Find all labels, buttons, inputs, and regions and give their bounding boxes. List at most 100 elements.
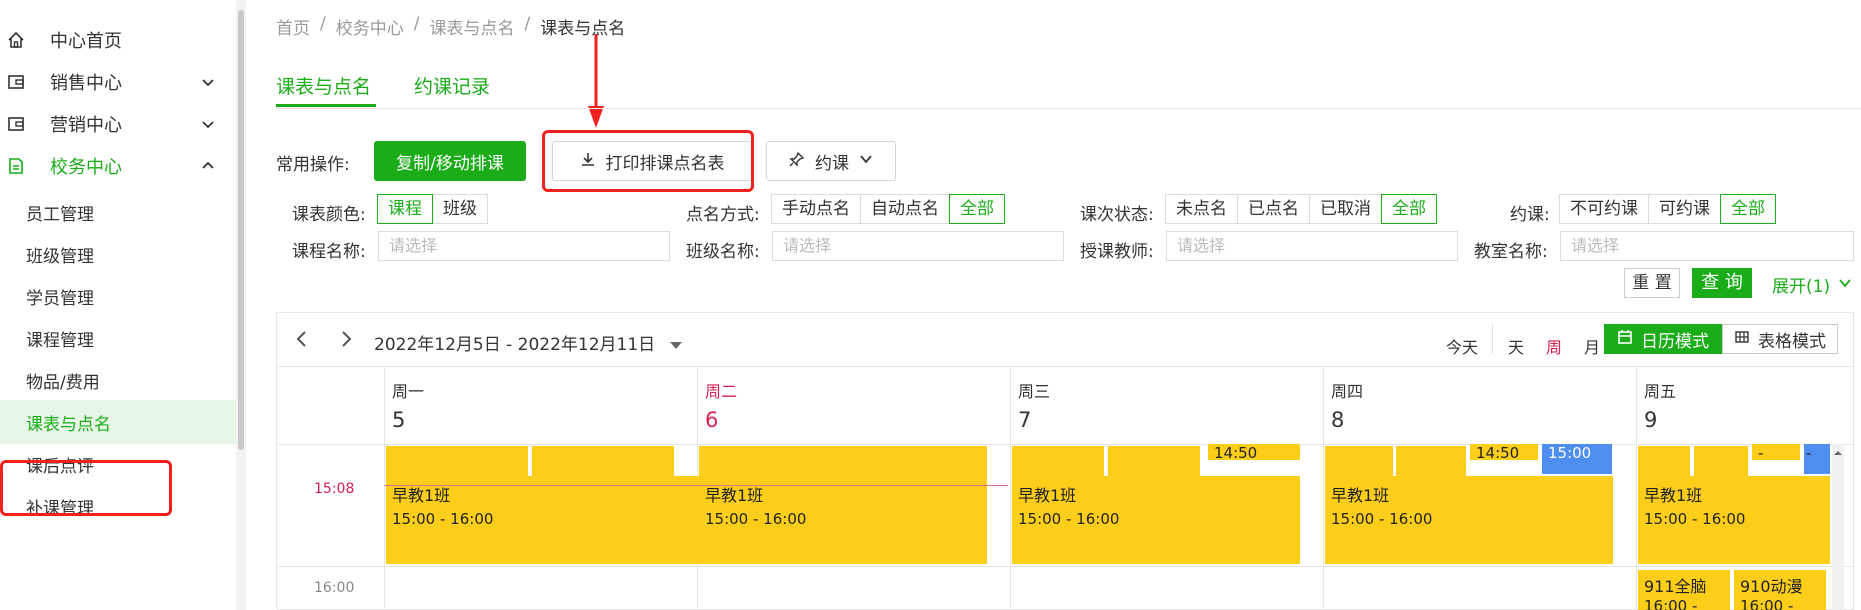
event-partial[interactable]: 15:00 bbox=[1542, 444, 1612, 474]
event-partial[interactable] bbox=[386, 446, 528, 476]
day-date: 6 bbox=[705, 408, 719, 432]
filter-color-options: 课程 班级 bbox=[377, 194, 488, 224]
event-partial[interactable]: - bbox=[1752, 444, 1800, 460]
filter-status-marked[interactable]: 已点名 bbox=[1237, 194, 1310, 224]
event-partial[interactable] bbox=[532, 446, 674, 476]
sidebar-item-classes[interactable]: 班级管理 bbox=[0, 232, 236, 276]
tabs-divider bbox=[276, 108, 1861, 109]
booking-label: 约课 bbox=[815, 153, 849, 174]
calendar-mode-button[interactable]: 日历模式 bbox=[1604, 324, 1722, 354]
event-time: 15:00 - 16:00 bbox=[705, 510, 807, 528]
filter-booking-no[interactable]: 不可约课 bbox=[1559, 194, 1649, 224]
nav-academic[interactable]: 校务中心 bbox=[0, 146, 230, 186]
classroom-select[interactable]: 请选择 bbox=[1560, 231, 1854, 261]
view-month[interactable]: 月 bbox=[1584, 334, 1600, 358]
event-partial[interactable] bbox=[1108, 446, 1200, 476]
current-time-label: 15:08 bbox=[314, 481, 355, 497]
sidebar-scrollbar[interactable] bbox=[238, 10, 244, 450]
sidebar-item-items-fees[interactable]: 物品/费用 bbox=[0, 358, 236, 402]
event-partial[interactable]: - bbox=[1804, 444, 1830, 474]
sidebar-item-staff[interactable]: 员工管理 bbox=[0, 190, 236, 234]
wallet-icon bbox=[6, 114, 26, 134]
event-partial[interactable]: 14:50 bbox=[1208, 444, 1300, 460]
day-name: 周三 bbox=[1018, 382, 1051, 401]
view-day[interactable]: 天 bbox=[1508, 334, 1524, 358]
tab-booking-records[interactable]: 约课记录 bbox=[414, 72, 490, 99]
event-time: 15:00 - 16:00 bbox=[1018, 510, 1120, 528]
document-icon bbox=[6, 156, 26, 176]
filter-rollcall-manual[interactable]: 手动点名 bbox=[771, 194, 861, 224]
event-partial[interactable] bbox=[1012, 446, 1104, 476]
event-card[interactable]: 早教1班 15:00 - 16:00 bbox=[1012, 476, 1300, 564]
event-title: 早教1班 bbox=[1331, 486, 1390, 505]
filter-booking-yes[interactable]: 可约课 bbox=[1648, 194, 1721, 224]
sidebar-item-schedule[interactable]: 课表与点名 bbox=[0, 400, 239, 444]
expand-filters-button[interactable]: 展开(1) bbox=[1772, 272, 1852, 297]
day-name: 周一 bbox=[392, 382, 425, 401]
filter-color-label: 课表颜色: bbox=[292, 205, 366, 225]
filter-status-options: 未点名 已点名 已取消 全部 bbox=[1165, 194, 1437, 224]
filter-status-unmarked[interactable]: 未点名 bbox=[1165, 194, 1238, 224]
tab-schedule[interactable]: 课表与点名 bbox=[276, 72, 371, 99]
event-partial[interactable]: 14:50 bbox=[1470, 444, 1538, 460]
table-mode-button[interactable]: 表格模式 bbox=[1722, 324, 1838, 354]
day-date: 5 bbox=[392, 408, 406, 432]
class-name-label: 班级名称: bbox=[686, 242, 760, 262]
table-icon bbox=[1734, 329, 1750, 350]
grid-line bbox=[276, 444, 1854, 445]
scroll-up-icon[interactable] bbox=[1832, 447, 1844, 459]
event-card[interactable]: 早教1班 15:00 - 16:00 bbox=[699, 476, 987, 564]
filter-status-all[interactable]: 全部 bbox=[1381, 194, 1437, 224]
sidebar-item-label: 物品/费用 bbox=[26, 372, 100, 393]
nav-sales[interactable]: 销售中心 bbox=[0, 62, 230, 102]
filter-status-cancelled[interactable]: 已取消 bbox=[1309, 194, 1382, 224]
sidebar-item-courses[interactable]: 课程管理 bbox=[0, 316, 236, 360]
chevron-left-icon[interactable] bbox=[294, 330, 310, 352]
event-card[interactable]: 早教1班 15:00 - 16:00 bbox=[1638, 476, 1830, 564]
chevron-down-icon bbox=[200, 74, 216, 90]
filter-booking-all[interactable]: 全部 bbox=[1720, 194, 1776, 224]
view-today[interactable]: 今天 bbox=[1446, 334, 1478, 358]
event-partial[interactable] bbox=[1694, 446, 1748, 476]
highlight-box bbox=[0, 460, 172, 516]
class-name-select[interactable]: 请选择 bbox=[772, 231, 1064, 261]
day-header-wed: 周三 7 bbox=[1018, 378, 1050, 432]
time-label: 16:00 bbox=[314, 580, 355, 596]
event-partial[interactable] bbox=[1638, 446, 1690, 476]
nav-home-label: 中心首页 bbox=[50, 31, 122, 52]
query-button[interactable]: 查 询 bbox=[1692, 268, 1752, 298]
event-time: 16:00 - bbox=[1740, 597, 1794, 610]
reset-button[interactable]: 重 置 bbox=[1624, 268, 1680, 298]
nav-home[interactable]: 中心首页 bbox=[0, 20, 230, 60]
date-range-label: 2022年12月5日 - 2022年12月11日 bbox=[374, 335, 656, 355]
chevron-right-icon[interactable] bbox=[338, 330, 354, 352]
event-partial[interactable] bbox=[1396, 446, 1466, 476]
filter-color-class[interactable]: 班级 bbox=[432, 194, 488, 224]
filter-rollcall-auto[interactable]: 自动点名 bbox=[860, 194, 950, 224]
day-name: 周二 bbox=[705, 382, 738, 401]
day-header-mon: 周一 5 bbox=[392, 378, 424, 432]
filter-rollcall-all[interactable]: 全部 bbox=[949, 194, 1005, 224]
teacher-select[interactable]: 请选择 bbox=[1166, 231, 1458, 261]
day-header-fri: 周五 9 bbox=[1644, 378, 1676, 432]
filter-color-course[interactable]: 课程 bbox=[377, 194, 433, 224]
breadcrumb-home[interactable]: 首页 bbox=[276, 14, 310, 39]
event-card[interactable]: 910动漫 16:00 - bbox=[1734, 570, 1826, 610]
day-header-thu: 周四 8 bbox=[1331, 378, 1363, 432]
view-week[interactable]: 周 bbox=[1546, 334, 1562, 358]
breadcrumb-schedule[interactable]: 课表与点名 bbox=[429, 14, 514, 39]
nav-marketing[interactable]: 营销中心 bbox=[0, 104, 230, 144]
copy-move-schedule-button[interactable]: 复制/移动排课 bbox=[374, 141, 526, 181]
sidebar-item-students[interactable]: 学员管理 bbox=[0, 274, 236, 318]
booking-dropdown-button[interactable]: 约课 bbox=[766, 141, 896, 181]
event-partial[interactable] bbox=[699, 446, 987, 476]
event-card[interactable]: 911全脑 16:00 - bbox=[1638, 570, 1730, 610]
date-range-picker[interactable]: 2022年12月5日 - 2022年12月11日 bbox=[374, 330, 683, 355]
event-partial-time: 15:00 bbox=[1548, 444, 1592, 462]
event-partial[interactable] bbox=[1325, 446, 1393, 476]
sidebar-item-label: 学员管理 bbox=[26, 288, 94, 309]
calendar-scrollbar[interactable] bbox=[1832, 444, 1844, 610]
event-card[interactable]: 早教1班 15:00 - 16:00 bbox=[1325, 476, 1613, 564]
breadcrumb-academic[interactable]: 校务中心 bbox=[336, 14, 404, 39]
course-name-select[interactable]: 请选择 bbox=[378, 231, 670, 261]
